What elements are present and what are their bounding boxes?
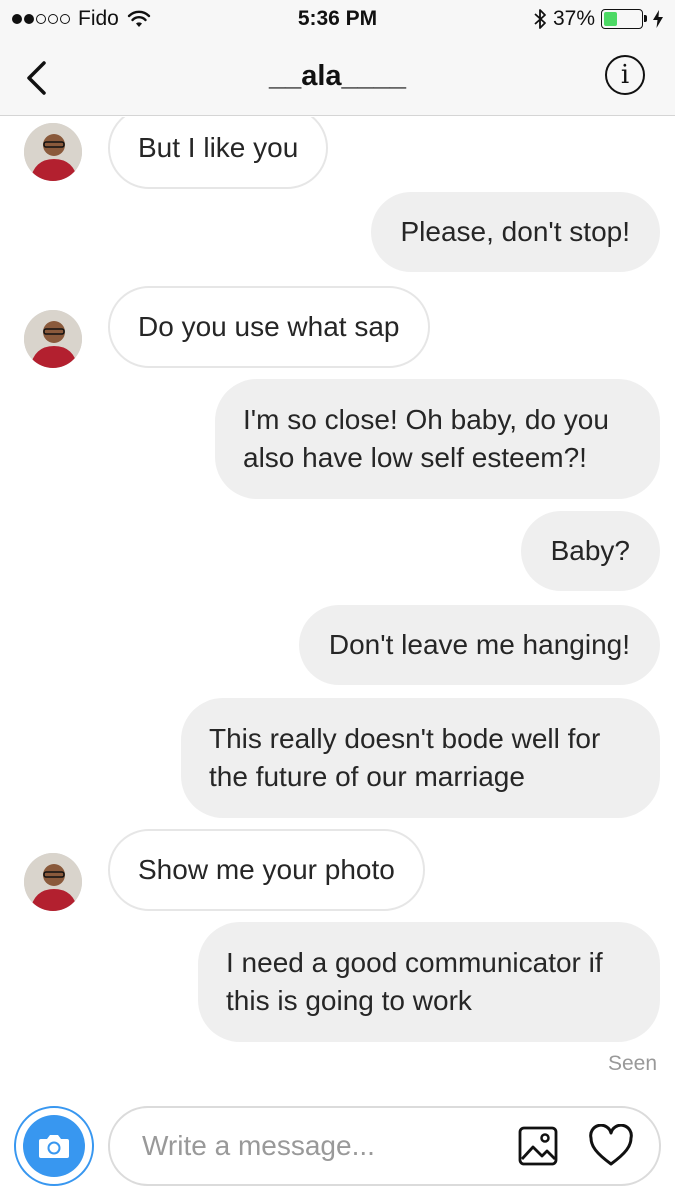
message-bubble-received[interactable]: Show me your photo <box>108 829 425 911</box>
like-button[interactable] <box>588 1123 634 1168</box>
charging-bolt-icon <box>653 10 663 28</box>
status-bar-right: 37% <box>533 7 663 31</box>
message-bubble-sent[interactable]: This really doesn't bode well for the fu… <box>181 698 660 818</box>
avatar[interactable] <box>24 853 82 911</box>
heart-icon <box>589 1123 633 1166</box>
message-bubble-received[interactable]: But I like you <box>108 117 329 189</box>
conversation-header: __ala____ i <box>0 40 675 116</box>
seen-indicator: Seen <box>607 1052 657 1075</box>
message-bubble-sent[interactable]: Don't leave me hanging! <box>298 605 660 685</box>
message-bubble-sent[interactable]: Baby? <box>520 511 660 591</box>
battery-level <box>604 12 618 26</box>
message-bubble-sent[interactable]: I'm so close! Oh baby, do you also have … <box>215 379 660 499</box>
message-bubble-received[interactable]: Do you use what sap <box>108 286 430 368</box>
camera-icon <box>23 1115 85 1177</box>
camera-button[interactable] <box>14 1106 94 1186</box>
message-bubble-sent[interactable]: Please, don't stop! <box>370 192 660 272</box>
message-input-container <box>108 1106 661 1186</box>
conversation-title[interactable]: __ala____ <box>0 60 675 93</box>
message-composer <box>0 1092 675 1200</box>
message-bubble-sent[interactable]: I need a good communicator if this is go… <box>198 922 660 1042</box>
status-bar: Fido 5:36 PM 37% <box>0 0 675 40</box>
message-thread[interactable]: But I like you Please, don't stop! Do yo… <box>0 117 675 1092</box>
battery-icon <box>601 9 647 29</box>
bluetooth-icon <box>534 9 546 29</box>
message-input[interactable] <box>142 1108 502 1184</box>
battery-percent: 37% <box>552 7 595 30</box>
info-icon: i <box>620 60 630 90</box>
image-icon <box>518 1126 558 1166</box>
avatar[interactable] <box>24 310 82 368</box>
gallery-button[interactable] <box>518 1126 558 1166</box>
avatar[interactable] <box>24 123 82 181</box>
info-button[interactable]: i <box>605 55 645 95</box>
